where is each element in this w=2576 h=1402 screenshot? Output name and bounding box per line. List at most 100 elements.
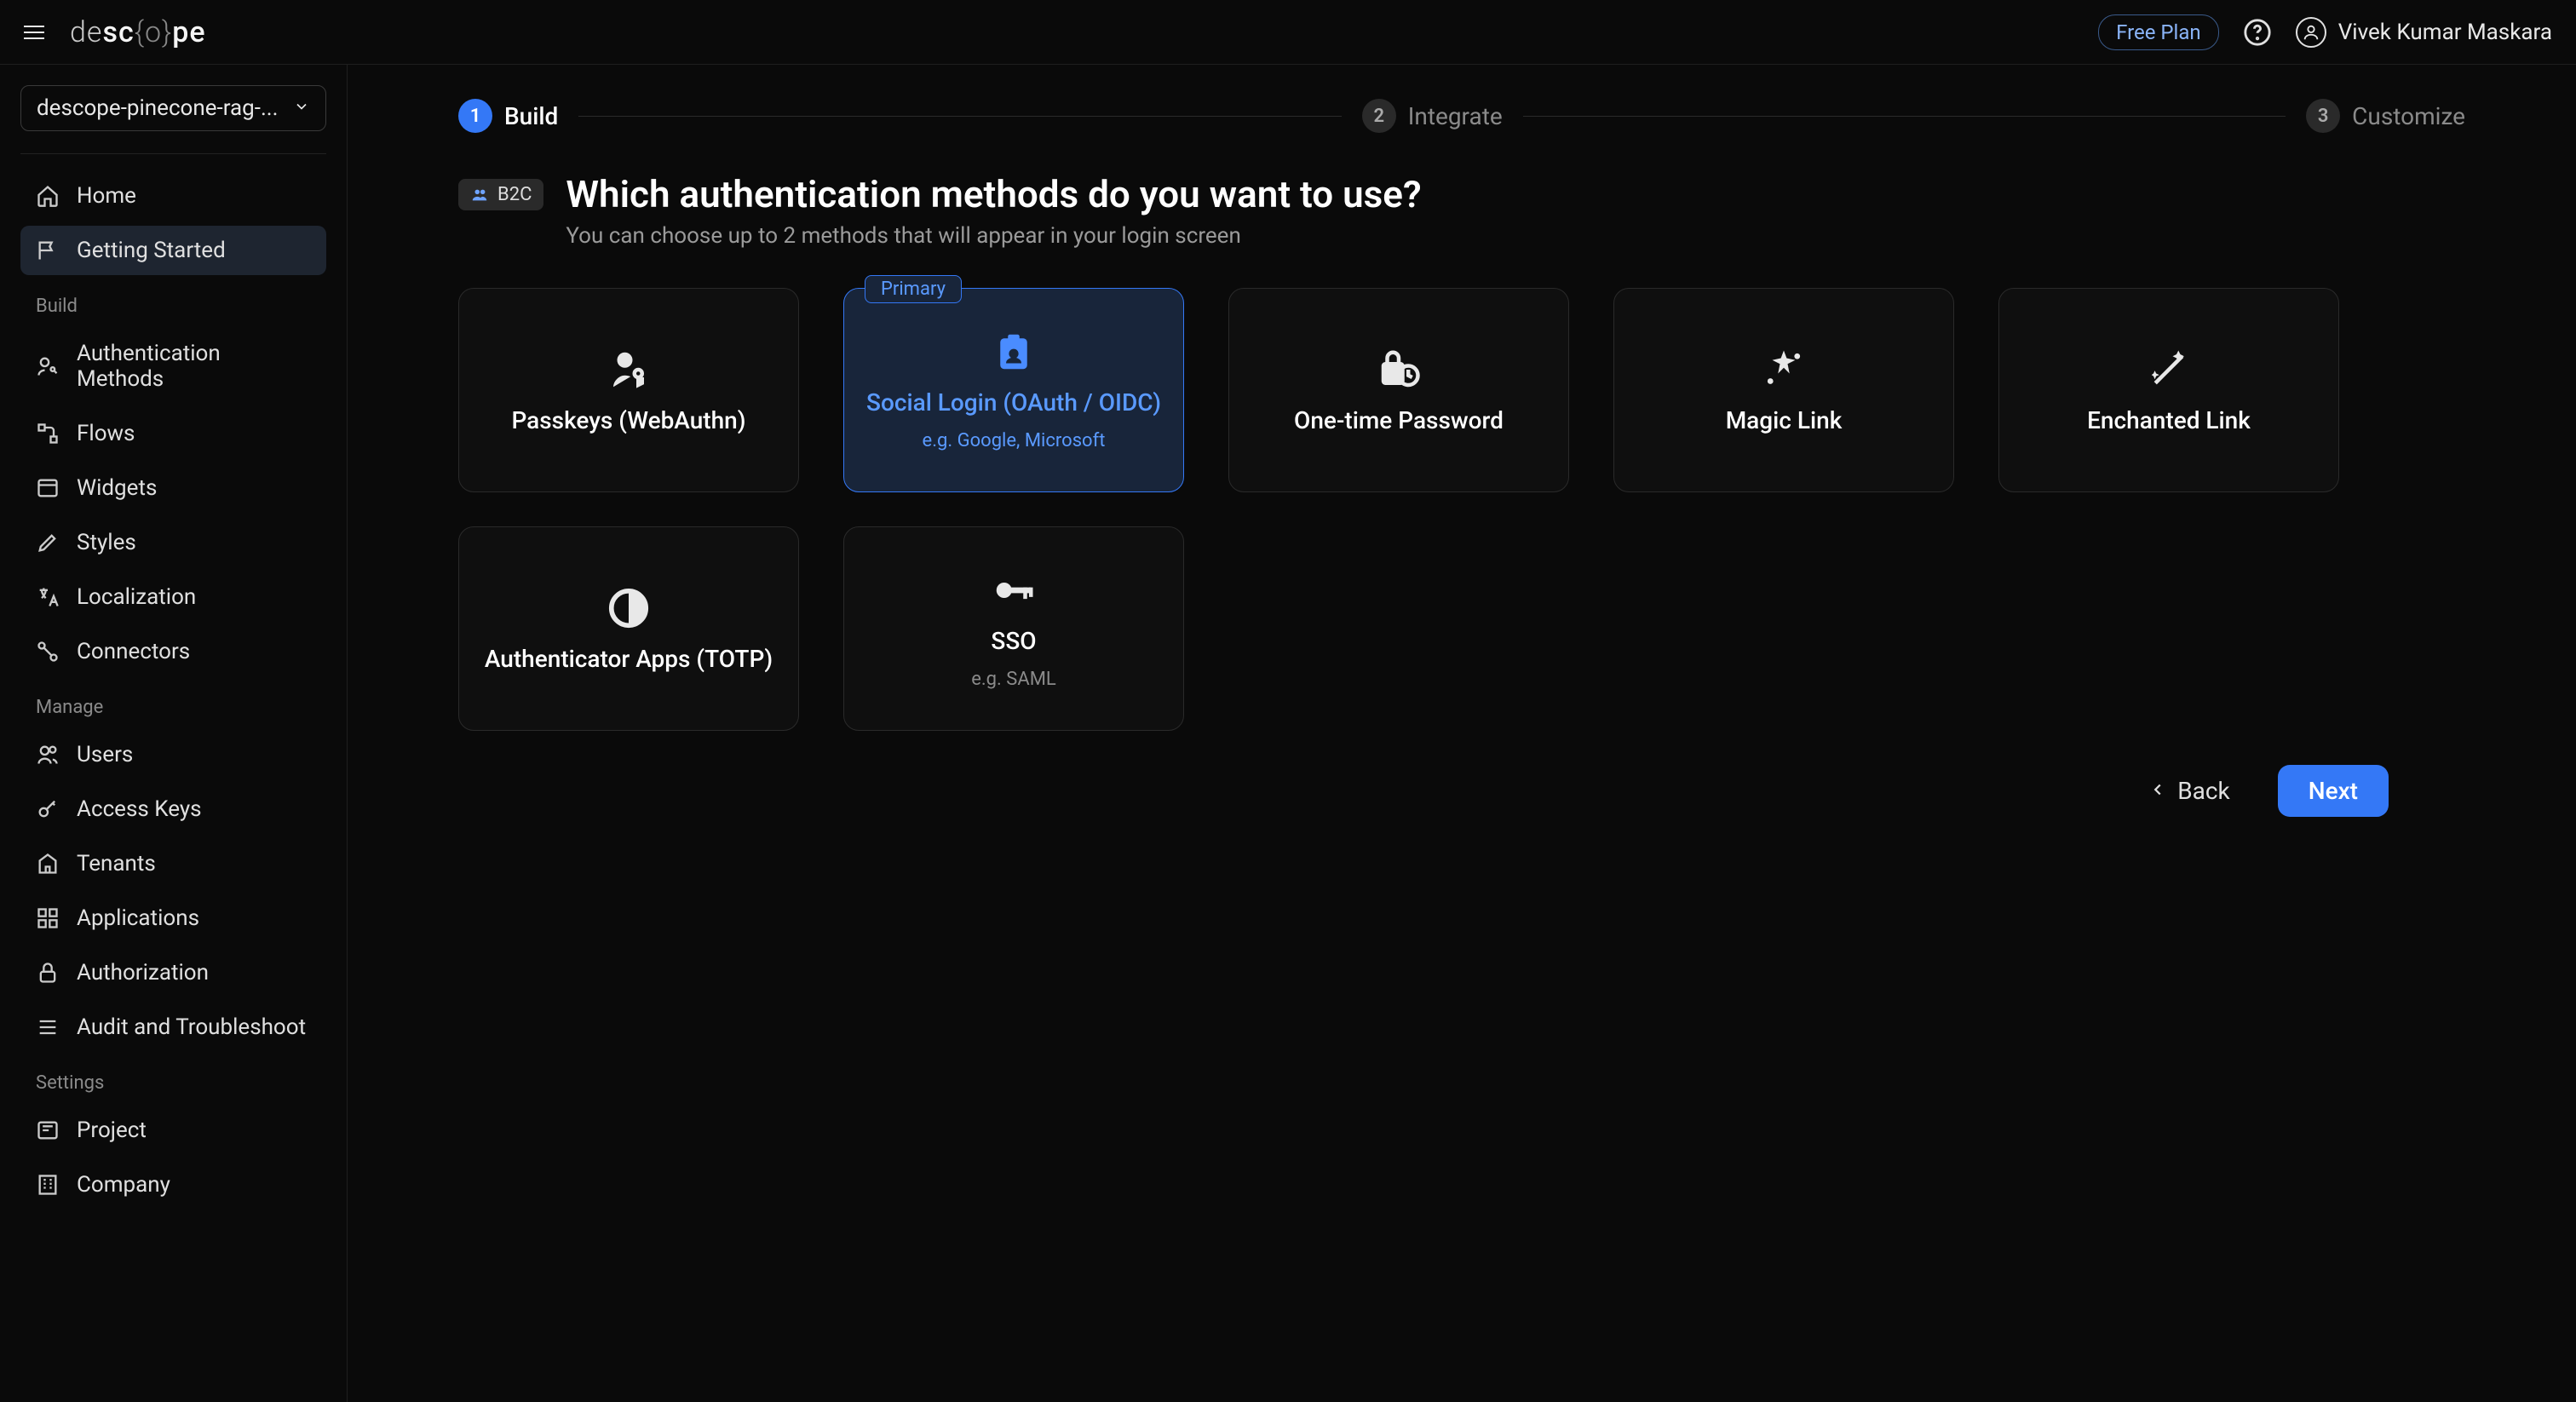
menu-toggle[interactable] xyxy=(24,17,55,48)
sidebar-item-access-keys[interactable]: Access Keys xyxy=(20,784,326,834)
flow-icon xyxy=(36,422,60,445)
step-label: Integrate xyxy=(1408,102,1503,130)
sidebar-item-company[interactable]: Company xyxy=(20,1160,326,1210)
card-social-login[interactable]: Primary Social Login (OAuth / OIDC) e.g.… xyxy=(843,288,1184,492)
sidebar-item-connectors[interactable]: Connectors xyxy=(20,627,326,676)
sidebar-item-label: Applications xyxy=(77,905,199,931)
sidebar-item-label: Styles xyxy=(77,530,136,555)
sidebar-item-applications[interactable]: Applications xyxy=(20,893,326,943)
step-number: 3 xyxy=(2306,99,2340,133)
avatar-icon xyxy=(2296,17,2326,48)
user-menu[interactable]: Vivek Kumar Maskara xyxy=(2296,17,2552,48)
sidebar-item-authorization[interactable]: Authorization xyxy=(20,948,326,997)
main-content: 1 Build 2 Integrate 3 Customize B2C xyxy=(348,65,2576,1402)
grid-icon xyxy=(36,906,60,930)
sidebar-item-auth-methods[interactable]: Authentication Methods xyxy=(20,329,326,404)
sidebar-item-audit[interactable]: Audit and Troubleshoot xyxy=(20,1003,326,1052)
card-otp[interactable]: One-time Password xyxy=(1228,288,1569,492)
step-number: 2 xyxy=(1362,99,1396,133)
person-key-icon xyxy=(36,354,60,378)
building-icon xyxy=(36,852,60,876)
chevron-down-icon xyxy=(293,95,310,121)
divider xyxy=(20,153,326,154)
wand-icon xyxy=(2146,347,2192,393)
card-title: Passkeys (WebAuthn) xyxy=(511,406,745,434)
clock-lock-icon xyxy=(1376,347,1422,393)
sidebar-item-label: Connectors xyxy=(77,639,190,664)
step-integrate[interactable]: 2 Integrate xyxy=(1362,99,1503,133)
list-icon xyxy=(36,1015,60,1039)
user-name: Vivek Kumar Maskara xyxy=(2338,20,2552,45)
next-label: Next xyxy=(2309,777,2358,805)
pencil-icon xyxy=(36,531,60,554)
sidebar-item-label: Users xyxy=(77,742,133,767)
card-sso[interactable]: SSO e.g. SAML xyxy=(843,526,1184,731)
step-label: Customize xyxy=(2352,102,2465,130)
users-icon xyxy=(36,743,60,767)
logo: desc{o}pe xyxy=(70,15,206,49)
sidebar-item-label: Access Keys xyxy=(77,796,202,822)
card-title: Enchanted Link xyxy=(2087,406,2251,434)
back-button[interactable]: Back xyxy=(2125,765,2254,817)
primary-badge: Primary xyxy=(865,275,962,303)
arrow-left-icon xyxy=(2148,777,2167,805)
sidebar-item-label: Localization xyxy=(77,584,196,610)
folder-icon xyxy=(36,1118,60,1142)
topbar: desc{o}pe Free Plan Vivek Kumar Maskara xyxy=(0,0,2576,65)
card-title: One-time Password xyxy=(1294,406,1504,434)
sidebar-item-label: Getting Started xyxy=(77,238,226,263)
sidebar-item-label: Authorization xyxy=(77,960,209,985)
sidebar-item-localization[interactable]: Localization xyxy=(20,572,326,622)
project-name: descope-pinecone-rag-... xyxy=(37,95,279,121)
step-number: 1 xyxy=(458,99,492,133)
sidebar-item-label: Company xyxy=(77,1172,170,1198)
card-title: Magic Link xyxy=(1726,406,1843,434)
step-divider xyxy=(1523,116,2286,117)
plan-badge[interactable]: Free Plan xyxy=(2098,14,2219,50)
home-icon xyxy=(36,184,60,208)
connector-icon xyxy=(36,640,60,664)
sidebar-item-tenants[interactable]: Tenants xyxy=(20,839,326,888)
card-enchanted-link[interactable]: Enchanted Link xyxy=(1998,288,2339,492)
sidebar-item-users[interactable]: Users xyxy=(20,730,326,779)
card-magic-link[interactable]: Magic Link xyxy=(1613,288,1954,492)
sidebar-item-label: Tenants xyxy=(77,851,156,876)
sidebar-item-label: Authentication Methods xyxy=(77,341,311,392)
sidebar-item-label: Flows xyxy=(77,421,135,446)
card-passkeys[interactable]: Passkeys (WebAuthn) xyxy=(458,288,799,492)
company-icon xyxy=(36,1173,60,1197)
project-selector[interactable]: descope-pinecone-rag-... xyxy=(20,85,326,131)
sso-key-icon xyxy=(991,567,1037,613)
page-subtitle: You can choose up to 2 methods that will… xyxy=(566,223,1421,249)
key-icon xyxy=(36,797,60,821)
timelapse-icon xyxy=(606,585,652,631)
lock-icon xyxy=(36,961,60,985)
sidebar-item-flows[interactable]: Flows xyxy=(20,409,326,458)
magic-icon xyxy=(1761,347,1807,393)
section-settings-label: Settings xyxy=(20,1057,326,1100)
widget-icon xyxy=(36,476,60,500)
sidebar-item-label: Audit and Troubleshoot xyxy=(77,1014,306,1040)
page-header: B2C Which authentication methods do you … xyxy=(458,172,2465,249)
sidebar-item-widgets[interactable]: Widgets xyxy=(20,463,326,513)
method-cards-row-1: Passkeys (WebAuthn) Primary Social Login… xyxy=(458,288,2465,492)
sidebar-item-label: Home xyxy=(77,183,136,209)
sidebar-item-getting-started[interactable]: Getting Started xyxy=(20,226,326,275)
step-build[interactable]: 1 Build xyxy=(458,99,558,133)
sidebar-item-styles[interactable]: Styles xyxy=(20,518,326,567)
footer-buttons: Back Next xyxy=(458,765,2465,817)
sidebar-item-home[interactable]: Home xyxy=(20,171,326,221)
chip-label: B2C xyxy=(497,184,532,205)
next-button[interactable]: Next xyxy=(2278,765,2389,817)
card-title: Social Login (OAuth / OIDC) xyxy=(866,388,1161,417)
b2c-chip: B2C xyxy=(458,179,543,210)
passkey-icon xyxy=(606,347,652,393)
step-divider xyxy=(578,116,1341,117)
card-totp[interactable]: Authenticator Apps (TOTP) xyxy=(458,526,799,731)
translate-icon xyxy=(36,585,60,609)
step-customize[interactable]: 3 Customize xyxy=(2306,99,2465,133)
sidebar-item-project[interactable]: Project xyxy=(20,1106,326,1155)
stepper: 1 Build 2 Integrate 3 Customize xyxy=(458,99,2465,133)
card-title: SSO xyxy=(991,627,1036,655)
help-icon[interactable] xyxy=(2243,18,2272,47)
